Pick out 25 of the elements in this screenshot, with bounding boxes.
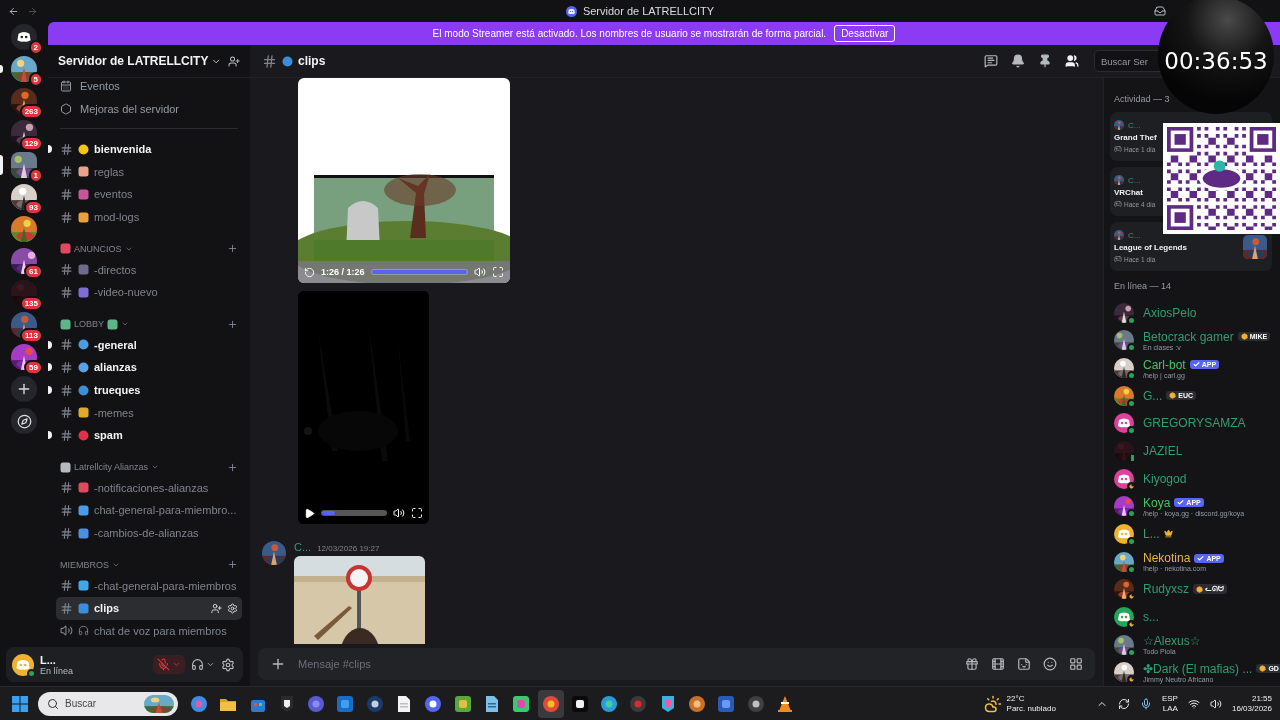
activity-user: C... — [1128, 175, 1141, 185]
activity-title: VRChat — [1114, 188, 1144, 197]
temperature: 22°C — [1006, 693, 1025, 704]
activity-user: C... — [1128, 120, 1141, 130]
weather-text: Parc. nublado — [1006, 703, 1056, 714]
unread-badge: 113 — [20, 328, 43, 343]
message-timestamp: 12/03/2026 19:27 — [317, 544, 380, 553]
window-title: Servidor de LATRELLCITY — [582, 5, 715, 17]
activity-user: C... — [1128, 230, 1141, 240]
unread-badge: 129 — [19, 136, 43, 151]
video-time: 1:26 / 1:26 — [321, 267, 365, 277]
section-title: En línea — 14 — [1114, 281, 1173, 291]
timer-text: 00:36:53 — [1164, 48, 1268, 74]
unread-badge: 59 — [24, 360, 43, 375]
unread-badge: 93 — [24, 200, 43, 215]
user-status: En línea — [40, 665, 74, 676]
unread-badge: 263 — [19, 104, 43, 119]
unread-badge: 135 — [19, 296, 43, 311]
unread-badge: 61 — [24, 264, 43, 279]
section-title: Actividad — 3 — [1114, 94, 1171, 104]
activity-title: League of Legends — [1114, 243, 1188, 252]
activity-title: Grand Thef — [1114, 133, 1158, 142]
channel-title: clips — [298, 54, 326, 68]
banner-text: El modo Streamer está activado. Los nombres de usuario se mostrarán de forma parcial. — [432, 28, 827, 39]
user-name: L... — [40, 653, 57, 666]
